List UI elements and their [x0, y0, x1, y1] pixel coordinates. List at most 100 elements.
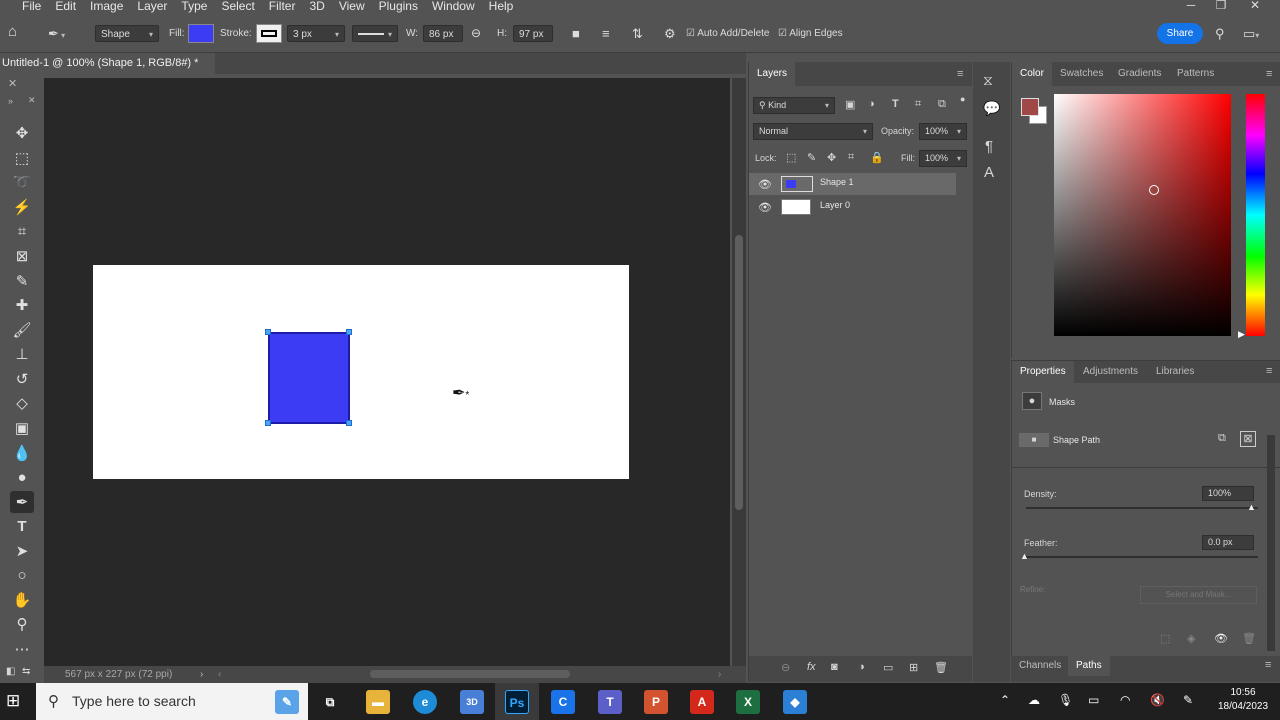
color-picker-marker[interactable] [1149, 185, 1159, 195]
delete-mask-icon[interactable]: 🗑 [1242, 632, 1256, 645]
brush-tool-icon[interactable]: 🖌 [10, 319, 34, 341]
vertical-scroll-thumb[interactable] [735, 235, 743, 510]
feather-slider[interactable] [1026, 556, 1258, 558]
foreground-color-swatch[interactable] [1021, 98, 1039, 116]
home-icon[interactable]: ⌂ [8, 23, 17, 40]
feather-input[interactable]: 0.0 px [1202, 535, 1254, 550]
default-colors-icon[interactable]: ◧ [6, 666, 15, 677]
horizontal-scroll-thumb[interactable] [370, 670, 570, 678]
document-tab[interactable]: Untitled-1 @ 100% (Shape 1, RGB/8#) * ✕ [0, 53, 215, 90]
menu-layer[interactable]: Layer [130, 0, 174, 13]
stroke-type-select[interactable]: ▾ [352, 25, 398, 42]
filter-adjustment-icon[interactable]: ◑ [868, 98, 875, 110]
ellipse-tool-icon[interactable]: ○ [10, 564, 34, 586]
fill-input[interactable]: 100% ▾ [919, 150, 967, 167]
clock[interactable]: 10:56 18/04/2023 [1216, 686, 1270, 714]
close-toolbar-icon[interactable]: ✕ [28, 95, 36, 106]
onedrive-icon[interactable]: ☁ [1028, 693, 1040, 707]
camtasia-icon[interactable]: C [551, 690, 575, 714]
filter-kind-select[interactable]: ⚲ Kind ▾ [753, 97, 835, 114]
path-alignment-icon[interactable]: ≡ [602, 25, 610, 42]
move-tool-icon[interactable]: ✥ [10, 122, 34, 144]
collapse-toolbar-icon[interactable]: » [8, 96, 13, 106]
character-icon[interactable]: A [984, 164, 994, 181]
workspace-icon[interactable]: ▭▾ [1243, 25, 1259, 42]
search-icon[interactable]: ⚲ [1215, 25, 1225, 42]
auto-add-delete-checkbox[interactable]: ☑ Auto Add/Delete [686, 25, 769, 42]
lock-artboard-icon[interactable]: ⌗ [848, 151, 854, 164]
path-arrangement-icon[interactable]: ⇅ [632, 25, 643, 42]
pen-icon[interactable]: ✎ [1183, 693, 1193, 707]
edge-icon[interactable]: e [413, 690, 437, 714]
tab-libraries[interactable]: Libraries [1148, 361, 1202, 383]
tab-swatches[interactable]: Swatches [1052, 62, 1111, 86]
visibility-icon[interactable]: 👁 [1214, 632, 1228, 645]
trash-icon[interactable]: 🗑 [934, 661, 948, 674]
excel-icon[interactable]: X [736, 690, 760, 714]
add-mask-icon[interactable]: ◙ [831, 661, 838, 673]
hue-slider[interactable] [1246, 94, 1265, 336]
dodge-tool-icon[interactable]: ● [10, 466, 34, 488]
tab-paths[interactable]: Paths [1068, 656, 1110, 676]
filter-toggle-icon[interactable]: ● [960, 94, 965, 104]
swap-colors-icon[interactable]: ⇆ [22, 666, 30, 677]
app-icon[interactable]: ◆ [783, 690, 807, 714]
search-highlight-icon[interactable]: ✎ [275, 690, 299, 714]
menu-window[interactable]: Window [425, 0, 482, 13]
color-picker-field[interactable] [1054, 94, 1231, 336]
filter-smart-object-icon[interactable]: ⧉ [938, 98, 946, 111]
menu-image[interactable]: Image [83, 0, 130, 13]
volume-icon[interactable]: 🔇 [1150, 693, 1165, 707]
density-slider-thumb-icon[interactable]: ▲ [1247, 502, 1256, 512]
restore-icon[interactable]: ❐ [1206, 0, 1236, 13]
eye-icon[interactable]: 👁 [758, 178, 772, 191]
menu-select[interactable]: Select [214, 0, 261, 13]
new-group-icon[interactable]: ▭ [883, 661, 893, 674]
tray-chevron-icon[interactable]: ⌃ [1000, 693, 1010, 707]
eye-icon[interactable]: 👁 [758, 201, 772, 214]
apply-mask-icon[interactable]: ⧉ [1218, 432, 1226, 445]
adjustment-layer-icon[interactable]: ◑ [858, 661, 865, 673]
menu-plugins[interactable]: Plugins [372, 0, 425, 13]
lock-all-icon[interactable]: 🔒 [870, 151, 884, 164]
anchor-point[interactable] [265, 420, 271, 426]
scroll-left-icon[interactable]: ‹ [218, 666, 221, 683]
new-layer-icon[interactable]: ⊞ [909, 661, 918, 674]
anchor-point[interactable] [346, 329, 352, 335]
type-tool-icon[interactable]: T [10, 515, 34, 537]
healing-brush-tool-icon[interactable]: ✚ [10, 294, 34, 316]
tab-properties[interactable]: Properties [1012, 361, 1074, 383]
gear-icon[interactable]: ⚙ [664, 25, 676, 42]
file-explorer-icon[interactable]: ▬ [366, 690, 390, 714]
pen-tool-icon[interactable]: ✒ [10, 491, 34, 513]
pen-tool-preset-icon[interactable]: ✒ ▾ [48, 25, 65, 42]
layer-style-icon[interactable]: fx [807, 661, 816, 673]
blur-tool-icon[interactable]: 💧 [10, 442, 34, 464]
filter-type-icon[interactable]: T [892, 98, 899, 110]
vector-mask-icon[interactable]: ⊠ [1240, 431, 1256, 447]
anchor-point[interactable] [265, 329, 271, 335]
color-panel-menu-icon[interactable]: ≡ [1266, 68, 1272, 80]
paths-menu-icon[interactable]: ≡ [1265, 659, 1271, 671]
layer-row-shape-1[interactable]: 👁 Shape 1 [749, 173, 956, 195]
filter-pixel-icon[interactable]: ▣ [845, 98, 855, 111]
taskbar-search-box[interactable]: ⚲ Type here to search [36, 683, 308, 720]
document-canvas[interactable] [93, 265, 629, 479]
height-input[interactable]: 97 px [513, 25, 553, 42]
menu-type[interactable]: Type [174, 0, 214, 13]
eraser-tool-icon[interactable]: ◇ [10, 392, 34, 414]
task-view-icon[interactable]: ⧉ [318, 690, 342, 714]
frame-tool-icon[interactable]: ⊠ [10, 245, 34, 267]
share-button[interactable]: Share [1157, 23, 1203, 44]
filter-shape-icon[interactable]: ⌗ [915, 98, 921, 111]
tab-adjustments[interactable]: Adjustments [1075, 361, 1146, 383]
gradient-tool-icon[interactable]: ▣ [10, 417, 34, 439]
align-edges-checkbox[interactable]: ☑ Align Edges [778, 25, 843, 42]
anchor-point[interactable] [346, 420, 352, 426]
panel-menu-icon[interactable]: ≡ [957, 68, 963, 80]
close-tab-icon[interactable]: ✕ [8, 78, 17, 90]
marquee-tool-icon[interactable]: ⬚ [10, 147, 34, 169]
link-layers-icon[interactable]: ⊖ [781, 661, 790, 674]
menu-view[interactable]: View [332, 0, 372, 13]
eyedropper-tool-icon[interactable]: ✎ [10, 270, 34, 292]
